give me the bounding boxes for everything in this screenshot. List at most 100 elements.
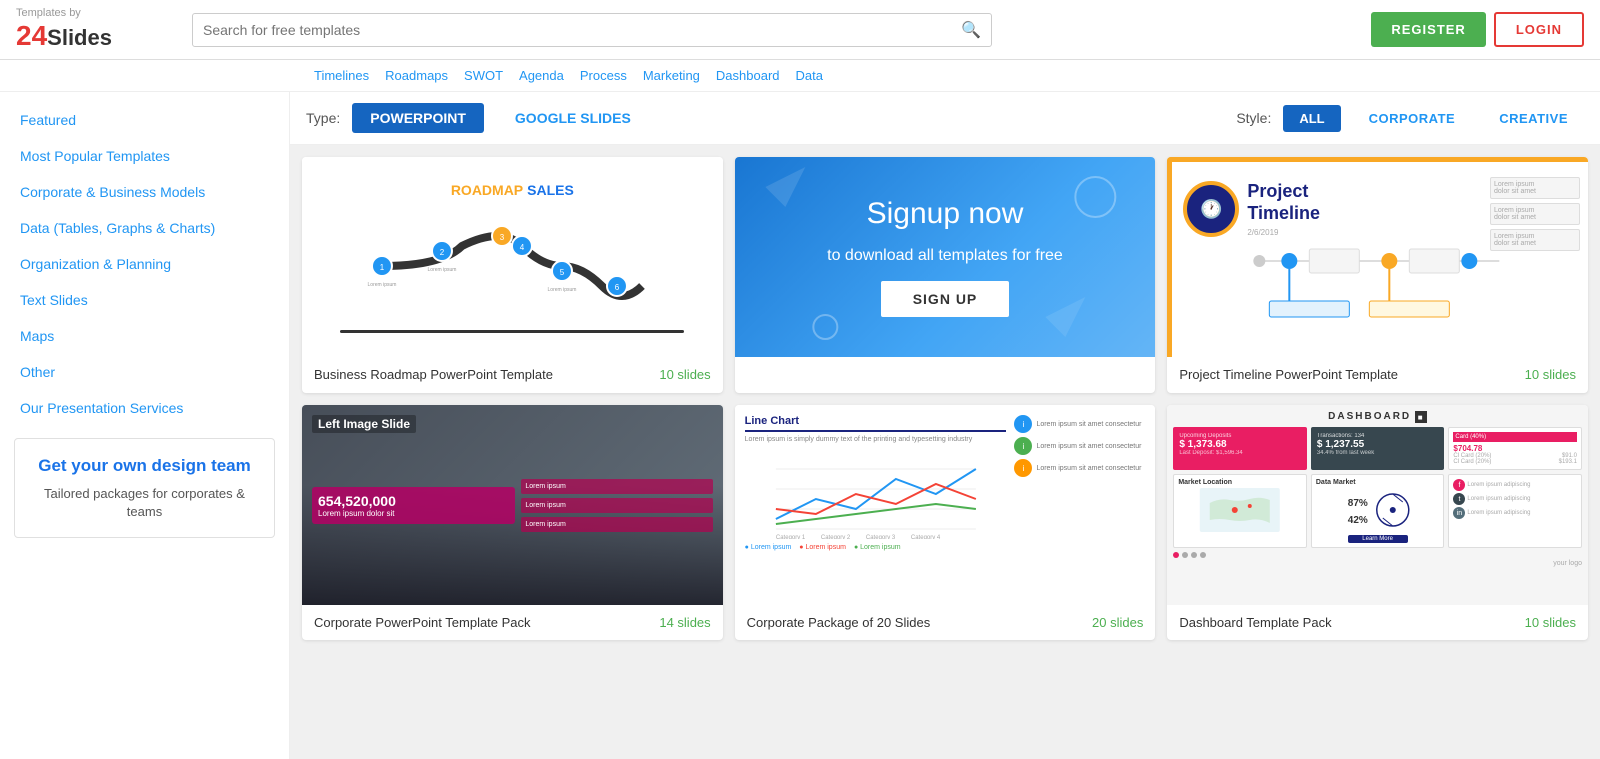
- card-signup[interactable]: Signup now to download all templates for…: [735, 157, 1156, 393]
- dot-4: [1200, 552, 1206, 558]
- roadmap-svg: 1 2 3 4 5 6 Lorem ipsum Lorem ipsum Lore…: [340, 206, 684, 326]
- nav-tag-timelines[interactable]: Timelines: [310, 66, 373, 85]
- dash-cell-social: f Lorem ipsum adipiscing t Lorem ipsum a…: [1448, 474, 1582, 548]
- login-button[interactable]: LOGIN: [1494, 12, 1584, 47]
- card-slides-linechart: 20 slides: [1092, 615, 1143, 630]
- card-title-roadmap: Business Roadmap PowerPoint Template: [314, 367, 553, 382]
- signup-button[interactable]: SIGN UP: [881, 281, 1010, 317]
- card-linechart[interactable]: Line Chart Lorem ipsum is simply dummy t…: [735, 405, 1156, 640]
- nav-tag-marketing[interactable]: Marketing: [639, 66, 704, 85]
- card-thumb-linechart: Line Chart Lorem ipsum is simply dummy t…: [735, 405, 1156, 605]
- dash-social-row1: f Lorem ipsum adipiscing: [1453, 479, 1577, 491]
- dash-pink-amount: $ 1,373.68: [1179, 439, 1301, 450]
- sidebar-item-organization[interactable]: Organization & Planning: [0, 246, 289, 282]
- corporate-style-button[interactable]: CORPORATE: [1353, 105, 1472, 132]
- lc-desc: Lorem ipsum is simply dummy text of the …: [745, 436, 1007, 443]
- card-corporate[interactable]: 654,520,000 Lorem ipsum dolor sit Lorem …: [302, 405, 723, 640]
- lc-text-1: Lorem ipsum sit amet consectetur: [1036, 421, 1141, 428]
- dash-social-text2: Lorem ipsum adipiscing: [1467, 496, 1530, 502]
- signup-subtitle: to download all templates for free: [827, 247, 1063, 265]
- main-layout: Featured Most Popular Templates Corporat…: [0, 92, 1600, 759]
- corp-amount-1: 654,520,000: [318, 493, 509, 509]
- dash-card-val2: $193.1: [1559, 459, 1577, 465]
- nav-tag-swot[interactable]: SWOT: [460, 66, 507, 85]
- sidebar-item-corporate-business[interactable]: Corporate & Business Models: [0, 174, 289, 210]
- corp-cell-1: Lorem ipsum: [521, 479, 712, 494]
- lc-title: Line Chart: [745, 415, 1007, 432]
- filter-left: Type: POWERPOINT GOOGLE SLIDES: [306, 102, 650, 134]
- linechart-right: i Lorem ipsum sit amet consectetur i Lor…: [1014, 415, 1145, 595]
- linechart-left: Line Chart Lorem ipsum is simply dummy t…: [745, 415, 1007, 595]
- sidebar-item-presentation-services[interactable]: Our Presentation Services: [0, 390, 289, 426]
- nav-tag-agenda[interactable]: Agenda: [515, 66, 568, 85]
- card-thumb-dashboard: DASHBOARD ■ Upcoming Deposits $ 1,373.68…: [1167, 405, 1588, 605]
- corp-content: 654,520,000 Lorem ipsum dolor sit Lorem …: [302, 405, 723, 605]
- header-buttons: REGISTER LOGIN: [1371, 12, 1584, 47]
- card-roadmap[interactable]: ROADMAP SALES 1 2 3 4 5 6: [302, 157, 723, 393]
- card-title-dashboard: Dashboard Template Pack: [1179, 615, 1331, 630]
- svg-text:Lorem ipsum: Lorem ipsum: [548, 287, 577, 293]
- card-title-linechart: Corporate Package of 20 Slides: [747, 615, 931, 630]
- sidebar-item-text-slides[interactable]: Text Slides: [0, 282, 289, 318]
- sidebar-promo: Get your own design team Tailored packag…: [14, 438, 275, 538]
- sidebar-item-data[interactable]: Data (Tables, Graphs & Charts): [0, 210, 289, 246]
- register-button[interactable]: REGISTER: [1371, 12, 1485, 47]
- preview-box-1: Lorem ipsumdolor sit amet: [1490, 177, 1580, 199]
- svg-text:Lorem ipsum: Lorem ipsum: [368, 282, 397, 288]
- sidebar-item-maps[interactable]: Maps: [0, 318, 289, 354]
- svg-text:3: 3: [500, 233, 505, 242]
- sidebar-item-featured[interactable]: Featured: [0, 102, 289, 138]
- sidebar-item-other[interactable]: Other: [0, 354, 289, 390]
- nav-tags: Timelines Roadmaps SWOT Agenda Process M…: [0, 60, 1600, 92]
- dash-map-svg: [1178, 488, 1302, 532]
- dash-cell-dark: Transactions: 134 $ 1,237.55 34.4% from …: [1311, 427, 1445, 470]
- all-style-button[interactable]: ALL: [1283, 105, 1340, 132]
- lc-icon-2: i: [1014, 437, 1032, 455]
- roadmap-word2: SALES: [527, 182, 574, 198]
- template-grid: ROADMAP SALES 1 2 3 4 5 6: [290, 145, 1600, 652]
- logo-by: Templates by: [16, 7, 112, 20]
- card-slides-corporate: 14 slides: [659, 615, 710, 630]
- lc-info-2: i Lorem ipsum sit amet consectetur: [1014, 437, 1145, 455]
- card-info-timeline: Project Timeline PowerPoint Template 10 …: [1167, 357, 1588, 392]
- legend-1: ● Lorem ipsum: [745, 544, 792, 551]
- type-label: Type:: [306, 110, 340, 126]
- nav-tag-process[interactable]: Process: [576, 66, 631, 85]
- search-input[interactable]: [203, 22, 961, 38]
- card-dashboard[interactable]: DASHBOARD ■ Upcoming Deposits $ 1,373.68…: [1167, 405, 1588, 640]
- google-slides-button[interactable]: GOOGLE SLIDES: [496, 102, 650, 134]
- card-info-roadmap: Business Roadmap PowerPoint Template 10 …: [302, 357, 723, 392]
- dash-card-amount: $704.78: [1453, 444, 1577, 453]
- card-info-dashboard: Dashboard Template Pack 10 slides: [1167, 605, 1588, 640]
- dot-2: [1182, 552, 1188, 558]
- nav-tag-data[interactable]: Data: [792, 66, 827, 85]
- card-thumb-timeline: 🕐 Project Timeline 2/6/2019: [1167, 157, 1588, 357]
- timeline-left-bar: [1167, 157, 1172, 357]
- promo-title: Get your own design team: [31, 455, 258, 477]
- nav-tag-dashboard[interactable]: Dashboard: [712, 66, 784, 85]
- svg-text:2: 2: [440, 248, 445, 257]
- dash-dm-title: Data Market: [1316, 479, 1440, 486]
- svg-text:Category 2: Category 2: [821, 535, 851, 539]
- creative-style-button[interactable]: CREATIVE: [1483, 105, 1584, 132]
- corp-slide-label: Left Image Slide: [312, 415, 416, 433]
- dot-1: [1173, 552, 1179, 558]
- lc-info-3: i Lorem ipsum sit amet consectetur: [1014, 459, 1145, 477]
- dash-dots: [1173, 552, 1582, 558]
- promo-subtitle: Tailored packages for corporates & teams: [31, 485, 258, 521]
- card-title-timeline: Project Timeline PowerPoint Template: [1179, 367, 1398, 382]
- card-timeline[interactable]: 🕐 Project Timeline 2/6/2019: [1167, 157, 1588, 393]
- sidebar-item-most-popular[interactable]: Most Popular Templates: [0, 138, 289, 174]
- dash-pink-detail: Last Deposit: $1,596.34: [1179, 450, 1301, 456]
- logo: Templates by 24Slides: [16, 7, 176, 52]
- dash-dark-label: Transactions: 134: [1317, 433, 1439, 439]
- powerpoint-button[interactable]: POWERPOINT: [352, 103, 484, 133]
- header: Templates by 24Slides 🔍 REGISTER LOGIN: [0, 0, 1600, 60]
- nav-tag-roadmaps[interactable]: Roadmaps: [381, 66, 452, 85]
- lc-info-1: i Lorem ipsum sit amet consectetur: [1014, 415, 1145, 433]
- dash-cell-pink: Upcoming Deposits $ 1,373.68 Last Deposi…: [1173, 427, 1307, 470]
- svg-text:Category 1: Category 1: [776, 535, 806, 539]
- filter-right: Style: ALL CORPORATE CREATIVE: [1236, 105, 1584, 132]
- search-icon: 🔍: [961, 20, 981, 40]
- dash-map-title: Market Location: [1178, 479, 1302, 486]
